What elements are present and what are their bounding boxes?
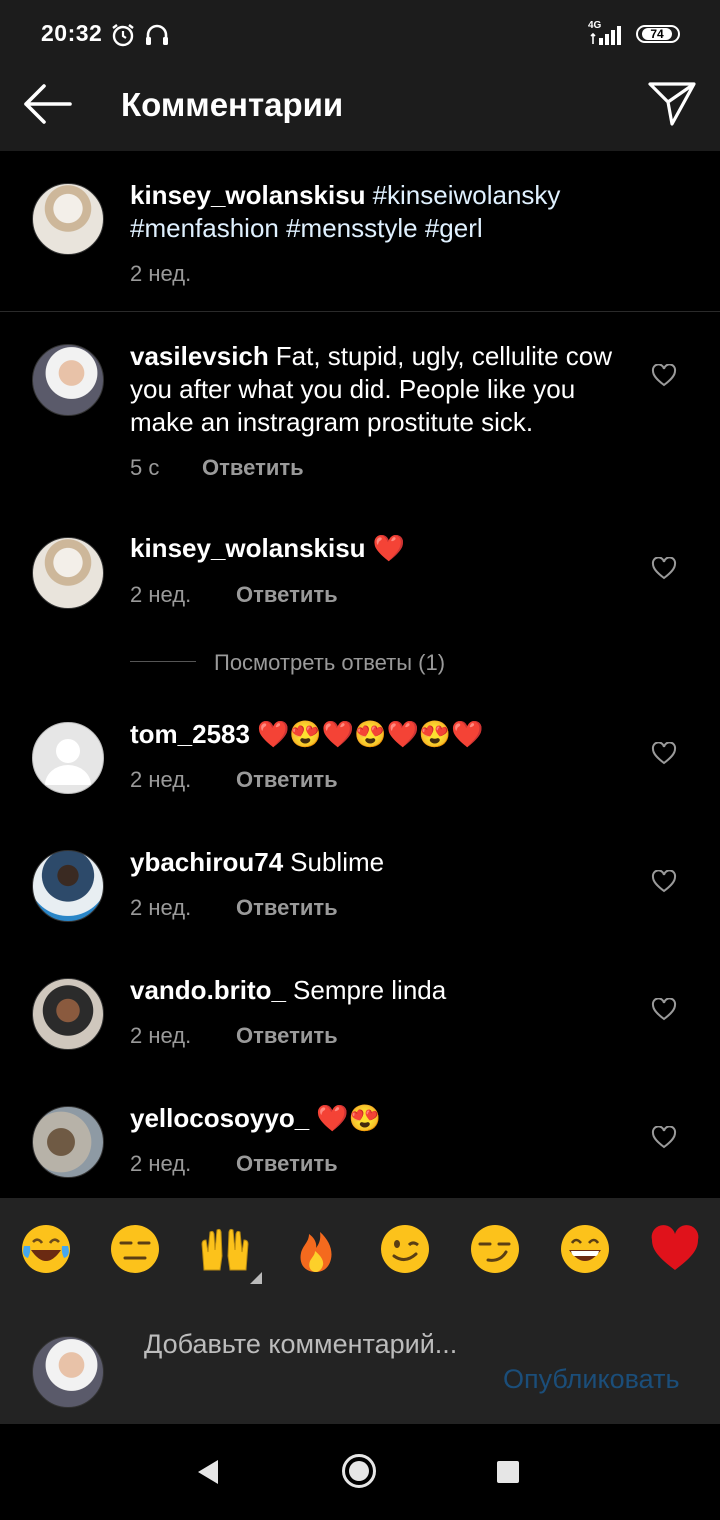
reply-button[interactable]: Ответить xyxy=(202,455,304,481)
post-caption: kinsey_wolanskisu #kinseiwolansky #menfas… xyxy=(0,151,720,312)
comment-text: Sublime xyxy=(290,847,385,877)
raised-hands-emoji-icon[interactable] xyxy=(198,1222,252,1276)
comment-text: Sempre linda xyxy=(293,975,447,1005)
comment-input[interactable]: Добавьте комментарий... xyxy=(144,1328,474,1361)
headphones-icon xyxy=(146,24,168,45)
reply-button[interactable]: Ответить xyxy=(236,767,338,793)
comment-text: ❤️😍 xyxy=(316,1103,381,1133)
heart-outline-icon[interactable] xyxy=(651,742,677,766)
default-avatar-icon[interactable] xyxy=(32,722,104,794)
comment-time: 2 нед. xyxy=(130,1023,192,1048)
battery-icon: 74 xyxy=(636,25,680,43)
avatar[interactable] xyxy=(32,1106,104,1178)
wink-emoji-icon[interactable] xyxy=(378,1222,432,1276)
back-arrow-icon[interactable] xyxy=(22,82,74,126)
reply-button[interactable]: Ответить xyxy=(236,1023,338,1049)
nav-home-icon[interactable] xyxy=(341,1453,377,1489)
red-heart-emoji-icon[interactable] xyxy=(648,1222,702,1276)
view-replies-label[interactable]: Посмотреть ответы (1) xyxy=(214,650,445,676)
grinning-emoji-icon[interactable] xyxy=(558,1222,612,1276)
comment-username[interactable]: kinsey_wolanskisu xyxy=(130,533,366,563)
comment-username[interactable]: yellocosoyyo_ xyxy=(130,1103,309,1133)
comment-username[interactable]: vasilevsich xyxy=(130,341,269,371)
battery-level: 74 xyxy=(642,28,672,40)
expressionless-emoji-icon[interactable] xyxy=(108,1222,162,1276)
avatar[interactable] xyxy=(32,537,104,609)
avatar[interactable] xyxy=(32,978,104,1050)
caption-time: 2 нед. xyxy=(130,261,192,286)
comment-time: 2 нед. xyxy=(130,767,192,792)
app-header: Комментарии xyxy=(0,56,720,151)
status-bar: 20:32 4G 74 xyxy=(0,0,720,56)
heart-outline-icon[interactable] xyxy=(651,998,677,1022)
heart-outline-icon[interactable] xyxy=(651,1126,677,1150)
publish-button[interactable]: Опубликовать xyxy=(503,1364,680,1395)
system-nav-bar xyxy=(0,1424,720,1520)
comment-time: 2 нед. xyxy=(130,895,192,920)
heart-outline-icon[interactable] xyxy=(651,364,677,388)
caption-username[interactable]: kinsey_wolanskisu xyxy=(130,180,366,210)
heart-outline-icon[interactable] xyxy=(651,557,677,581)
laughing-tears-emoji-icon[interactable] xyxy=(19,1222,73,1276)
divider xyxy=(130,661,196,662)
avatar[interactable] xyxy=(32,344,104,416)
avatar[interactable] xyxy=(32,850,104,922)
comment-username[interactable]: vando.brito_ xyxy=(130,975,286,1005)
comment-time: 2 нед. xyxy=(130,582,192,607)
comment-text: ❤️😍❤️😍❤️😍❤️ xyxy=(256,719,484,749)
nav-recents-icon[interactable] xyxy=(496,1460,520,1484)
comment-time: 5 с xyxy=(130,455,160,480)
comment-username[interactable]: tom_2583 xyxy=(130,719,250,749)
fire-emoji-icon[interactable] xyxy=(289,1222,343,1276)
avatar xyxy=(32,1336,104,1408)
status-time: 20:32 xyxy=(41,20,103,46)
comment-text: ❤️ xyxy=(372,533,405,563)
nav-back-icon[interactable] xyxy=(196,1458,220,1486)
direct-send-icon[interactable] xyxy=(646,78,698,128)
avatar[interactable] xyxy=(32,183,104,255)
comment-time: 2 нед. xyxy=(130,1151,192,1176)
page-title: Комментарии xyxy=(121,86,344,123)
reply-button[interactable]: Ответить xyxy=(236,1151,338,1177)
alarm-icon xyxy=(112,24,134,47)
heart-outline-icon[interactable] xyxy=(651,870,677,894)
reply-button[interactable]: Ответить xyxy=(236,582,338,608)
quick-emoji-bar xyxy=(0,1198,720,1296)
signal-icon xyxy=(590,26,621,45)
comment-composer: Добавьте комментарий... Опубликовать xyxy=(0,1296,720,1424)
smirk-emoji-icon[interactable] xyxy=(468,1222,522,1276)
more-variants-corner-icon xyxy=(250,1272,262,1284)
comment-username[interactable]: ybachirou74 xyxy=(130,847,283,877)
reply-button[interactable]: Ответить xyxy=(236,895,338,921)
